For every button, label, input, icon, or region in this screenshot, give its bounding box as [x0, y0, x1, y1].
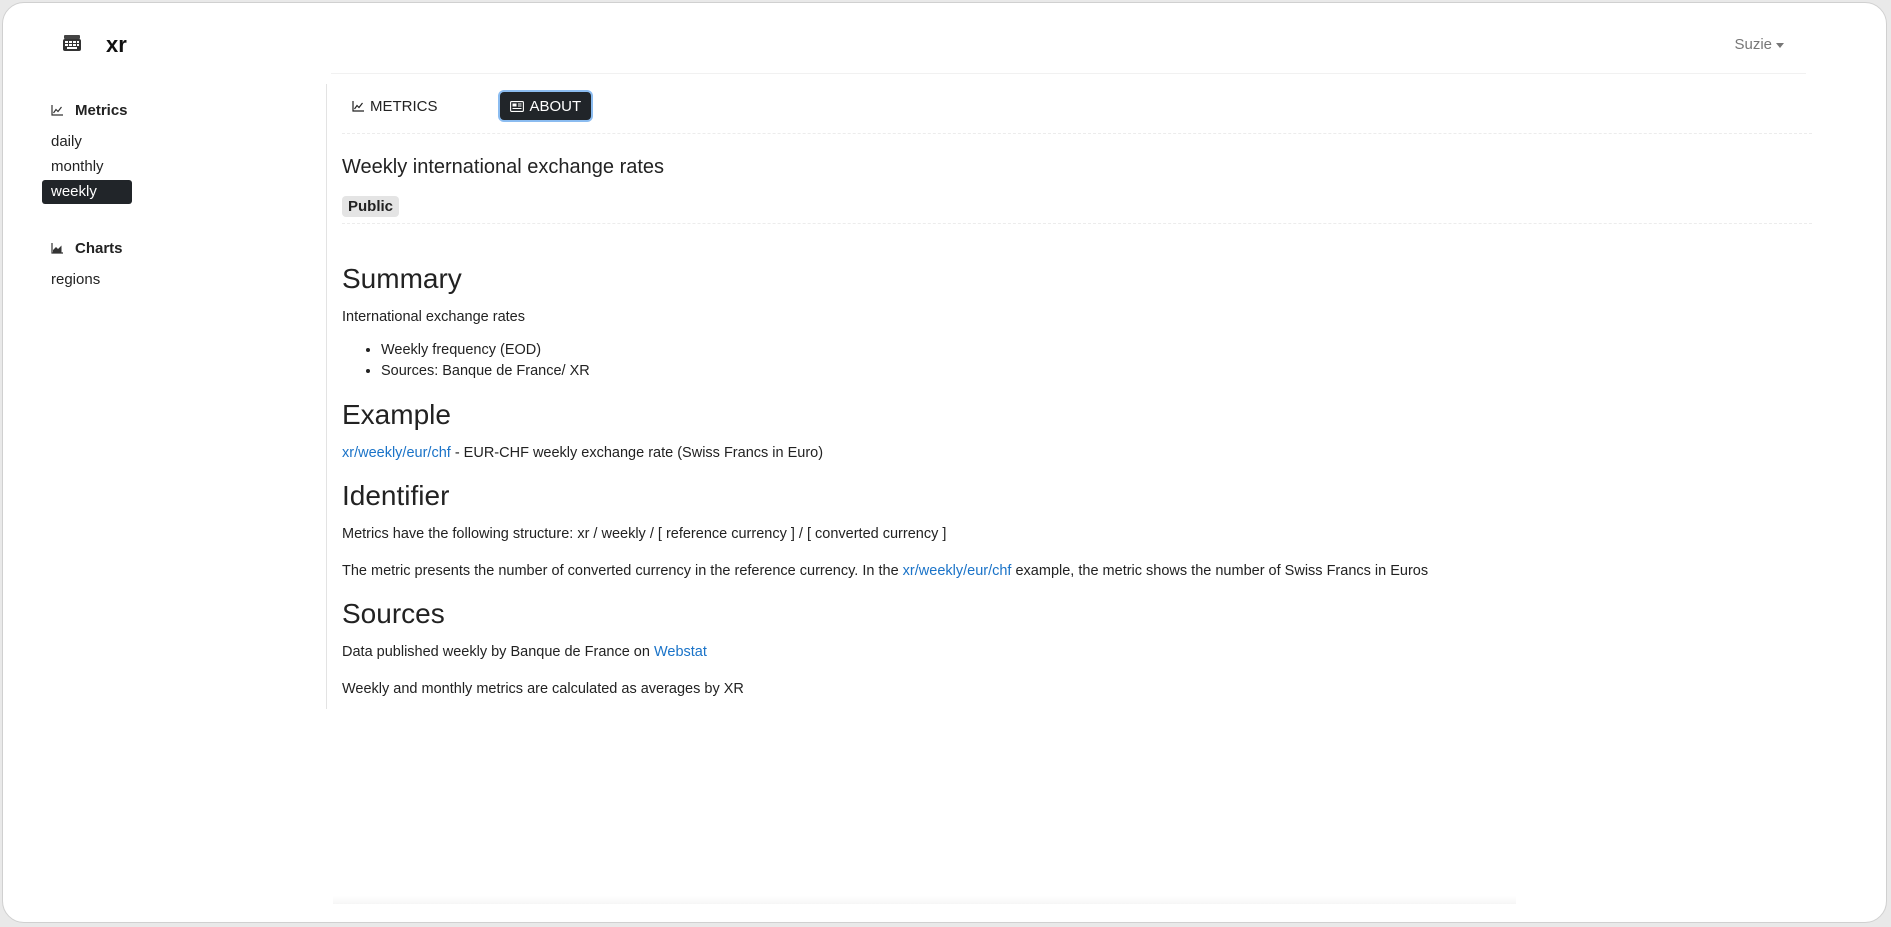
visibility-badge: Public	[342, 196, 400, 217]
example-description: - EUR-CHF weekly exchange rate (Swiss Fr…	[450, 445, 824, 461]
main-content: METRICS ABOUT Weekly international excha…	[342, 91, 1812, 699]
sidebar-item-weekly[interactable]: weekly	[42, 180, 132, 204]
webstat-link[interactable]: Webstat	[654, 644, 707, 660]
bottom-shadow	[333, 896, 1516, 904]
app-title: xr	[106, 32, 127, 57]
user-name: Suzie	[1734, 36, 1772, 53]
tab-about[interactable]: ABOUT	[499, 92, 592, 120]
about-document: Summary International exchange rates Wee…	[342, 262, 1812, 699]
divider	[342, 133, 1812, 134]
sources-heading: Sources	[342, 598, 445, 629]
metric-explanation: The metric presents the number of conver…	[342, 561, 1812, 581]
sidebar: Metrics daily monthly weekly Charts regi…	[42, 95, 302, 292]
area-chart-icon	[51, 242, 63, 254]
line-chart-icon	[352, 100, 364, 112]
sources-text: Data published weekly by Banque de Franc…	[342, 642, 1812, 662]
text: Data published weekly by Banque de Franc…	[342, 644, 654, 660]
list-item: Sources: Banque de France/ XR	[381, 361, 1812, 381]
example-text: xr/weekly/eur/chf - EUR-CHF weekly excha…	[342, 443, 1812, 463]
summary-heading: Summary	[342, 263, 462, 294]
identifier-text: Metrics have the following structure: xr…	[342, 526, 947, 542]
sidebar-heading-label: Charts	[75, 239, 123, 257]
text: example, the metric shows the number of …	[1011, 563, 1429, 579]
sidebar-heading-charts: Charts	[42, 233, 302, 263]
summary-list: Weekly frequency (EOD) Sources: Banque d…	[342, 340, 1812, 381]
caret-down-icon	[1776, 42, 1784, 48]
tab-label: METRICS	[370, 97, 438, 115]
sidebar-item-monthly[interactable]: monthly	[42, 155, 132, 179]
tab-metrics[interactable]: METRICS	[342, 92, 448, 120]
header-divider	[331, 73, 1806, 74]
logo-icon	[63, 35, 81, 51]
metric-link[interactable]: xr/weekly/eur/chf	[903, 563, 1012, 579]
content-divider	[326, 84, 327, 709]
tab-bar: METRICS ABOUT	[342, 91, 1812, 121]
sidebar-heading-metrics: Metrics	[42, 95, 302, 125]
tab-label: ABOUT	[529, 97, 582, 115]
identifier-heading: Identifier	[342, 480, 450, 511]
top-bar: xr Suzie	[3, 3, 1886, 81]
app-window: xr Suzie Metrics daily monthly weekly Ch…	[2, 2, 1887, 923]
page-title: Weekly international exchange rates	[342, 156, 665, 178]
sidebar-heading-label: Metrics	[75, 101, 128, 119]
sidebar-item-daily[interactable]: daily	[42, 130, 132, 154]
text: The metric presents the number of conver…	[342, 563, 903, 579]
example-heading: Example	[342, 399, 451, 430]
list-item: Weekly frequency (EOD)	[381, 340, 1812, 360]
sidebar-item-regions[interactable]: regions	[42, 268, 132, 292]
line-chart-icon	[51, 104, 63, 116]
divider	[342, 223, 1812, 224]
user-menu[interactable]: Suzie	[1734, 36, 1784, 53]
example-link[interactable]: xr/weekly/eur/chf	[342, 445, 451, 461]
summary-text: International exchange rates	[342, 309, 525, 325]
averages-text: Weekly and monthly metrics are calculate…	[342, 681, 744, 697]
document-icon	[509, 100, 524, 112]
